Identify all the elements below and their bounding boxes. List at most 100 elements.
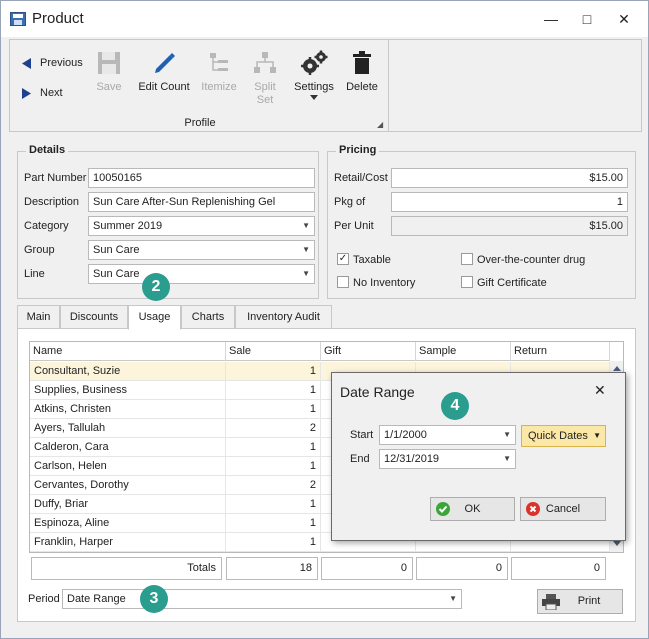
printer-icon [542, 594, 560, 610]
sale-cell: 1 [226, 400, 321, 419]
otc-drug-label: Over-the-counter drug [477, 254, 586, 266]
chevron-down-icon: ▼ [503, 454, 511, 463]
arrow-left-icon [22, 58, 31, 69]
delete-button[interactable]: Delete [333, 48, 391, 114]
totals-label: Totals [31, 557, 222, 580]
tab-inventory-audit[interactable]: Inventory Audit [235, 305, 332, 329]
chevron-down-icon: ▼ [449, 594, 457, 603]
quick-dates-label: Quick Dates [528, 430, 588, 442]
checkmark-icon [436, 502, 450, 516]
ribbon-profile-group: Previous Next Save Edit Count Itemize Sp… [9, 39, 389, 132]
gift-certificate-label: Gift Certificate [477, 277, 547, 289]
taxable-checkbox[interactable]: ✓ [337, 253, 349, 265]
end-date-picker[interactable]: 12/31/2019 ▼ [379, 449, 516, 469]
sale-cell: 1 [226, 495, 321, 514]
arrow-right-icon [22, 88, 31, 99]
column-header-sale[interactable]: Sale [226, 342, 321, 361]
window-title: Product [32, 10, 84, 27]
tab-main[interactable]: Main [17, 305, 60, 329]
no-inventory-checkbox[interactable] [337, 276, 349, 288]
close-button[interactable]: ✕ [614, 9, 634, 29]
column-header-return[interactable]: Return [511, 342, 610, 361]
column-header-gift[interactable]: Gift [321, 342, 416, 361]
next-label: Next [40, 87, 63, 99]
per-unit-value: $15.00 [589, 220, 623, 232]
start-date-picker[interactable]: 1/1/2000 ▼ [379, 425, 516, 445]
description-label: Description [24, 196, 80, 208]
description-field[interactable]: Sun Care After-Sun Replenishing Gel [88, 192, 315, 212]
dialog-close-icon[interactable]: ✕ [594, 382, 606, 399]
total-sample: 0 [416, 557, 508, 580]
category-label: Category [24, 220, 69, 232]
cancel-button[interactable]: Cancel [520, 497, 606, 521]
minimize-button[interactable]: — [541, 9, 561, 29]
gift-certificate-checkbox[interactable] [461, 276, 473, 288]
taxable-label: Taxable [353, 254, 391, 266]
itemize-icon [210, 53, 228, 71]
line-label: Line [24, 268, 45, 280]
per-unit-label: Per Unit [334, 220, 374, 232]
chevron-down-icon: ▼ [503, 430, 511, 439]
start-label: Start [350, 429, 374, 441]
edit-count-button[interactable]: Edit Count [134, 48, 194, 114]
save-label: Save [96, 81, 122, 93]
category-value: Summer 2019 [93, 220, 163, 232]
part-number-value: 10050165 [93, 172, 142, 184]
pkg-of-field[interactable]: 1 [391, 192, 628, 212]
chevron-down-icon: ▼ [302, 245, 310, 254]
name-cell: Consultant, Suzie [30, 362, 226, 381]
sale-cell: 2 [226, 476, 321, 495]
period-label: Period [28, 593, 60, 605]
end-date-value: 12/31/2019 [384, 453, 440, 465]
column-header-name[interactable]: Name [30, 342, 226, 361]
cancel-label: Cancel [545, 503, 581, 515]
retail-cost-value: $15.00 [589, 172, 623, 184]
maximize-button[interactable]: □ [577, 9, 597, 29]
pencil-icon [155, 53, 175, 73]
delete-label: Delete [346, 81, 378, 93]
details-title: Details [26, 144, 69, 156]
previous-label: Previous [40, 57, 83, 69]
tab-discounts[interactable]: Discounts [60, 305, 128, 329]
retail-cost-field[interactable]: $15.00 [391, 168, 628, 188]
product-window: Product — □ ✕ Previous Next Save Edit Co… [0, 0, 649, 639]
period-value: Date Range [67, 593, 126, 605]
chevron-down-icon [310, 95, 318, 100]
pricing-title: Pricing [336, 144, 380, 156]
otc-drug-checkbox[interactable] [461, 253, 473, 265]
callout-badge: 4 [441, 392, 469, 420]
end-label: End [350, 453, 370, 465]
sale-cell: 1 [226, 381, 321, 400]
tab-usage[interactable]: Usage [128, 305, 181, 330]
part-number-field[interactable]: 10050165 [88, 168, 315, 188]
name-cell: Calderon, Cara [30, 438, 226, 457]
chevron-down-icon: ▼ [302, 269, 310, 278]
sale-cell: 1 [226, 514, 321, 533]
quick-dates-button[interactable]: Quick Dates ▼ [521, 425, 606, 447]
category-dropdown[interactable]: Summer 2019 ▼ [88, 216, 315, 236]
name-cell: Carlson, Helen [30, 457, 226, 476]
sale-cell: 1 [226, 533, 321, 552]
dialog-launcher-icon[interactable]: ◢ [377, 120, 383, 129]
sale-cell: 2 [226, 419, 321, 438]
gears-icon [301, 50, 328, 75]
total-return: 0 [511, 557, 606, 580]
pkg-of-label: Pkg of [334, 196, 366, 208]
hierarchy-icon [254, 52, 276, 73]
period-dropdown[interactable]: Date Range ▼ [62, 589, 462, 609]
callout-badge: 3 [140, 585, 168, 613]
sale-cell: 1 [226, 457, 321, 476]
dialog-title: Date Range [340, 384, 415, 400]
chevron-down-icon: ▼ [593, 431, 601, 440]
product-app-icon [10, 12, 26, 26]
no-inventory-label: No Inventory [353, 277, 416, 289]
print-label: Print [577, 595, 601, 607]
group-dropdown[interactable]: Sun Care ▼ [88, 240, 315, 260]
save-button[interactable]: Save [80, 48, 138, 114]
print-button[interactable]: Print [537, 589, 623, 614]
line-dropdown[interactable]: Sun Care ▼ [88, 264, 315, 284]
tab-charts[interactable]: Charts [181, 305, 235, 329]
column-header-sample[interactable]: Sample [416, 342, 511, 361]
total-sale: 18 [226, 557, 318, 580]
ok-button[interactable]: OK [430, 497, 515, 521]
